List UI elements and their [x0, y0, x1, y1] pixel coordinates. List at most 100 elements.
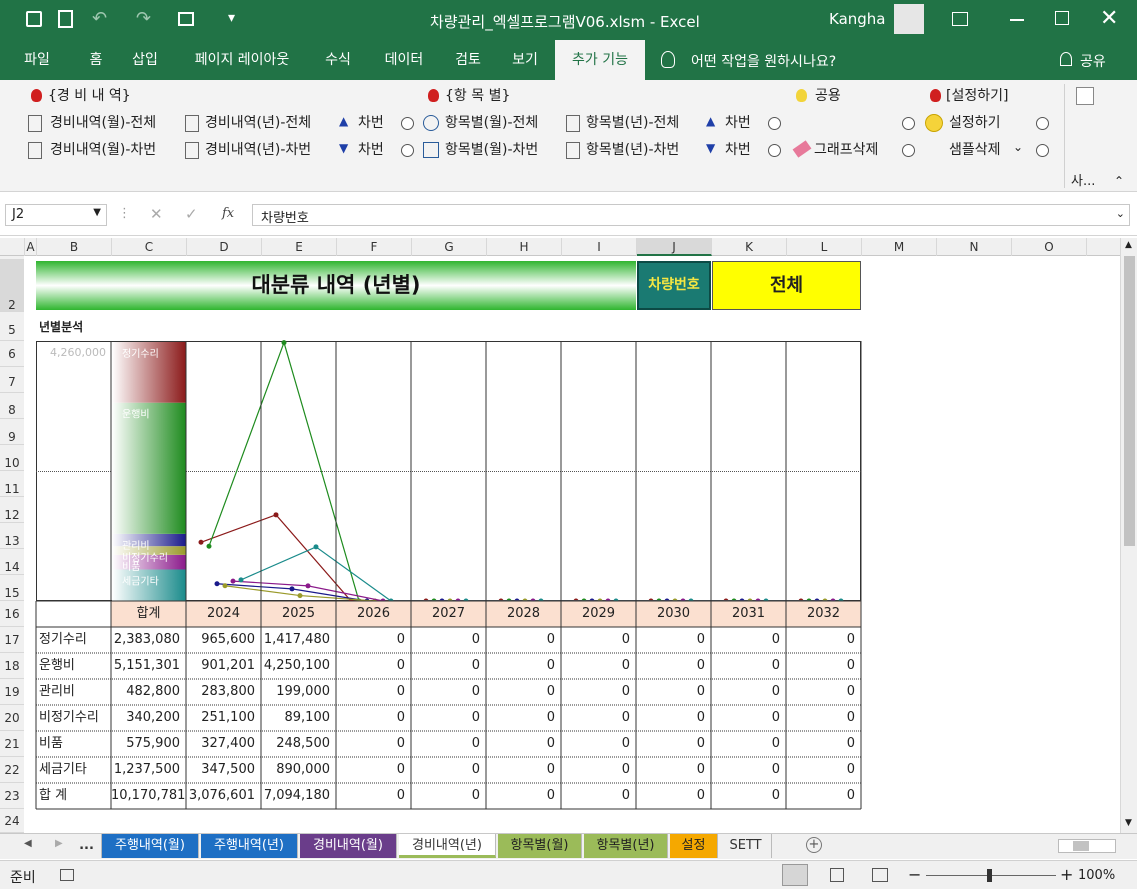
column-header[interactable]: M	[862, 238, 937, 256]
horizontal-scrollbar[interactable]	[1058, 839, 1116, 853]
worksheet-grid[interactable]: 대분류 내역 (년별) 차량번호 전체 년별분석 4,260,000 세금기타 비…	[25, 256, 1120, 833]
share-icon[interactable]	[1060, 52, 1072, 66]
car-down-button-1[interactable]: 차번	[358, 140, 384, 160]
avatar[interactable]	[894, 4, 924, 34]
row-header[interactable]: 18	[0, 653, 24, 679]
prev-sheet-icon[interactable]: ◀	[24, 838, 32, 849]
tab-insert[interactable]: 삽입	[122, 40, 168, 80]
minimize-icon[interactable]	[1010, 19, 1024, 21]
expense-month-car-button[interactable]: 경비내역(월)-차번	[50, 140, 156, 160]
chevron-down-icon[interactable]: ▼	[93, 207, 101, 218]
radio-option[interactable]	[1036, 117, 1049, 130]
zoom-slider[interactable]	[926, 869, 1056, 882]
radio-option[interactable]	[768, 144, 781, 157]
column-header[interactable]: I	[562, 238, 637, 256]
row-header[interactable]: 5	[0, 312, 24, 341]
radio-option[interactable]	[401, 144, 414, 157]
tab-data[interactable]: 데이터	[374, 40, 434, 80]
sheet-tab[interactable]: 항목별(년)	[584, 834, 668, 858]
row-header[interactable]: 21	[0, 731, 24, 757]
row-header[interactable]: 14	[0, 549, 24, 575]
page-layout-view-icon[interactable]	[830, 868, 844, 882]
sheet-tab[interactable]: 설정	[670, 834, 718, 858]
row-header[interactable]: 16	[0, 601, 24, 627]
chevron-down-icon[interactable]: ⌄	[1116, 207, 1125, 220]
item-year-car-button[interactable]: 항목별(년)-차번	[586, 140, 679, 160]
tell-me-search[interactable]: 어떤 작업을 원하시나요?	[691, 51, 836, 71]
row-header[interactable]: 11	[0, 471, 24, 497]
sheet-tab[interactable]: 항목별(월)	[498, 834, 582, 858]
sheet-tab[interactable]: SETT	[720, 834, 772, 858]
scroll-down-icon[interactable]: ▼	[1125, 818, 1132, 828]
expense-year-all-button[interactable]: 경비내역(년)-전체	[205, 113, 311, 133]
row-header[interactable]: 17	[0, 627, 24, 653]
row-header[interactable]: 20	[0, 705, 24, 731]
enter-icon[interactable]: ✓	[185, 205, 198, 223]
row-header[interactable]: 12	[0, 497, 24, 523]
row-header[interactable]: 10	[0, 445, 24, 471]
column-header[interactable]: N	[937, 238, 1012, 256]
column-header[interactable]: G	[412, 238, 487, 256]
column-header[interactable]: E	[262, 238, 337, 256]
cancel-icon[interactable]: ✕	[150, 205, 163, 223]
row-header[interactable]: 23	[0, 783, 24, 809]
row-header[interactable]: 9	[0, 419, 24, 445]
maximize-icon[interactable]	[1055, 11, 1069, 25]
column-header[interactable]: J	[637, 238, 712, 256]
radio-option[interactable]	[1036, 144, 1049, 157]
undo-icon[interactable]: ↶	[92, 8, 107, 29]
chevron-down-icon[interactable]: ⌄	[1013, 140, 1023, 154]
sheet-tab-active[interactable]: 경비내역(년)	[399, 834, 496, 858]
tab-view[interactable]: 보기	[502, 40, 548, 80]
macro-record-icon[interactable]	[60, 869, 74, 881]
row-header[interactable]: 8	[0, 393, 24, 419]
car-down-button-2[interactable]: 차번	[725, 140, 751, 160]
row-header[interactable]: 24	[0, 809, 24, 833]
radio-option[interactable]	[768, 117, 781, 130]
column-header[interactable]: A	[25, 238, 37, 256]
item-year-all-button[interactable]: 항목별(년)-전체	[586, 113, 679, 133]
print-preview-icon[interactable]	[58, 10, 73, 28]
collapse-ribbon-icon[interactable]: ⌃	[1114, 174, 1124, 188]
row-header[interactable]: 2	[0, 260, 24, 312]
table-icon[interactable]	[178, 12, 194, 26]
tab-add-ins[interactable]: 추가 기능	[555, 40, 645, 80]
car-up-button-2[interactable]: 차번	[725, 113, 751, 133]
redo-icon[interactable]: ↷	[136, 8, 151, 29]
normal-view-icon[interactable]	[782, 864, 808, 886]
page-break-view-icon[interactable]	[872, 868, 888, 882]
save-icon[interactable]	[26, 11, 42, 27]
next-sheet-icon[interactable]: ▶	[55, 838, 63, 849]
vertical-scrollbar[interactable]: ▲ ▼	[1120, 238, 1137, 833]
graph-delete-button[interactable]: 그래프삭제	[814, 140, 878, 160]
close-icon[interactable]: ✕	[1100, 6, 1118, 31]
grid-icon[interactable]	[1076, 87, 1094, 105]
radio-option[interactable]	[902, 144, 915, 157]
scroll-up-icon[interactable]: ▲	[1125, 240, 1132, 250]
row-header[interactable]: 15	[0, 575, 24, 601]
radio-option[interactable]	[902, 117, 915, 130]
tab-formulas[interactable]: 수식	[314, 40, 362, 80]
tab-page-layout[interactable]: 페이지 레이아웃	[180, 40, 304, 80]
insert-function-button[interactable]: fx	[222, 206, 234, 221]
sample-delete-button[interactable]: 샘플삭제	[949, 140, 1001, 160]
row-header[interactable]: 13	[0, 523, 24, 549]
sheet-tab[interactable]: 주행내역(년)	[201, 834, 298, 858]
select-all-corner[interactable]	[0, 238, 25, 256]
customize-qat-icon[interactable]: ▾	[228, 10, 235, 26]
column-header[interactable]: K	[712, 238, 787, 256]
column-header[interactable]: B	[37, 238, 112, 256]
zoom-in-icon[interactable]: +	[1060, 865, 1073, 884]
radio-option[interactable]	[401, 117, 414, 130]
scroll-thumb[interactable]	[1124, 256, 1135, 546]
row-header[interactable]: 22	[0, 757, 24, 783]
column-header[interactable]: O	[1012, 238, 1087, 256]
ribbon-display-icon[interactable]	[952, 12, 968, 26]
expense-month-all-button[interactable]: 경비내역(월)-전체	[50, 113, 156, 133]
car-up-button-1[interactable]: 차번	[358, 113, 384, 133]
tab-review[interactable]: 검토	[444, 40, 492, 80]
tab-home[interactable]: 홈	[76, 40, 116, 80]
item-month-car-button[interactable]: 항목별(월)-차번	[445, 140, 538, 160]
add-sheet-icon[interactable]: +	[806, 837, 822, 853]
row-header[interactable]: 6	[0, 341, 24, 367]
